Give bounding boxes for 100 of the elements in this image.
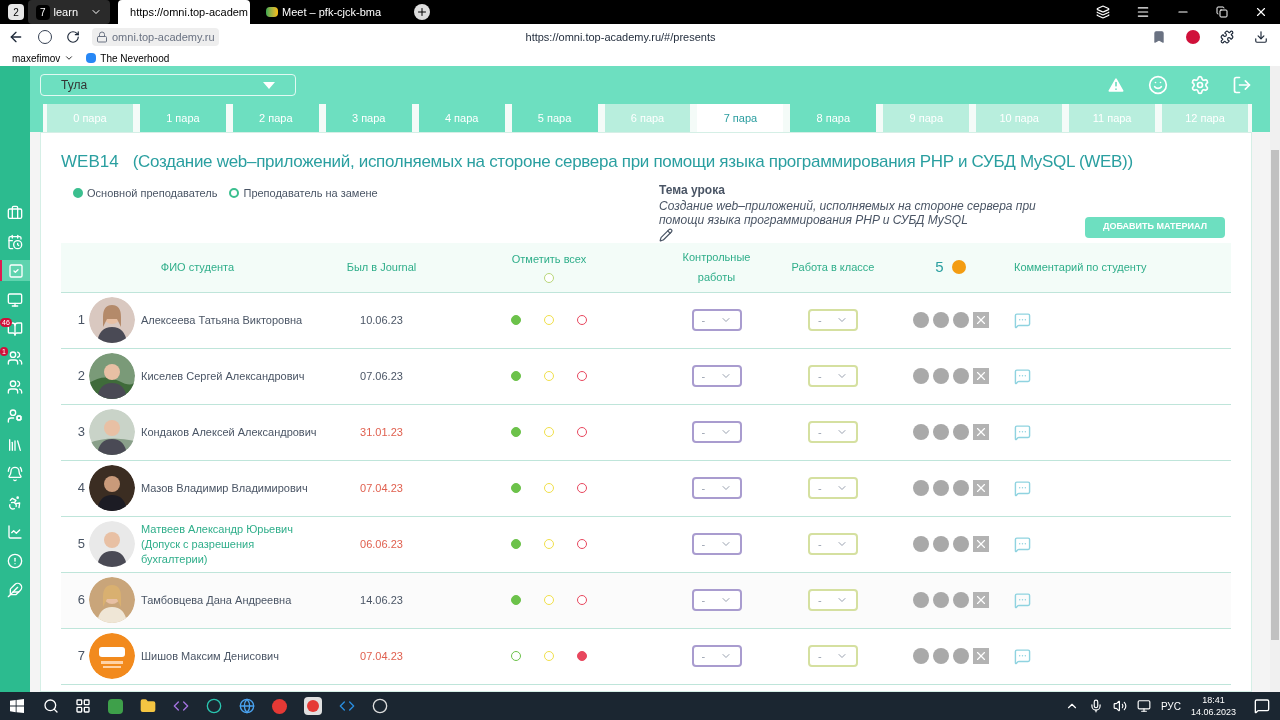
coin-icon[interactable]: [912, 648, 929, 664]
grade-select[interactable]: -: [808, 309, 858, 331]
coin-icon[interactable]: [912, 424, 929, 440]
clear-button[interactable]: [972, 368, 989, 384]
volume-icon[interactable]: [1112, 699, 1127, 713]
grade-select[interactable]: -: [808, 365, 858, 387]
bookmark-link[interactable]: The Neverhood: [100, 50, 170, 66]
clear-button[interactable]: [972, 312, 989, 328]
folder-icon[interactable]: [140, 698, 156, 714]
comment-icon[interactable]: [1014, 647, 1031, 665]
close-icon[interactable]: [1254, 5, 1268, 19]
workspace-badge[interactable]: 2: [8, 4, 24, 20]
attendance-radio[interactable]: [511, 371, 521, 381]
adblock-icon[interactable]: [1186, 30, 1200, 44]
browser-icon[interactable]: [239, 698, 255, 714]
extensions-icon[interactable]: [1220, 30, 1234, 44]
code-editor-icon[interactable]: [339, 698, 355, 714]
coin-icon[interactable]: [932, 424, 949, 440]
attendance-radio[interactable]: [577, 483, 587, 493]
attendance-radio[interactable]: [511, 315, 521, 325]
comment-icon[interactable]: [1014, 591, 1031, 609]
reload-icon[interactable]: [66, 30, 80, 44]
grade-select[interactable]: -: [808, 589, 858, 611]
download-icon[interactable]: [1254, 30, 1268, 44]
coin-icon[interactable]: [912, 368, 929, 384]
clear-button[interactable]: [972, 592, 989, 608]
grade-select[interactable]: -: [691, 589, 742, 611]
code-editor-icon[interactable]: [173, 698, 189, 714]
column-header[interactable]: Отметить всех: [511, 251, 587, 268]
smiley-icon[interactable]: [1148, 75, 1168, 95]
attendance-radio[interactable]: [577, 651, 587, 661]
coin-icon[interactable]: [952, 480, 969, 496]
coin-icon[interactable]: [932, 536, 949, 552]
coin-icon[interactable]: [932, 312, 949, 328]
coin-icon[interactable]: [912, 536, 929, 552]
lesson-tab[interactable]: 2 пара: [232, 104, 319, 132]
coin-icon[interactable]: [952, 424, 969, 440]
attendance-radio[interactable]: [577, 427, 587, 437]
back-icon[interactable]: [8, 29, 24, 45]
attendance-radio[interactable]: [577, 595, 587, 605]
scrollbar-thumb[interactable]: [1271, 150, 1279, 640]
attendance-radio[interactable]: [577, 371, 587, 381]
coin-icon[interactable]: [952, 368, 969, 384]
collections-icon[interactable]: [1096, 5, 1110, 19]
grade-select[interactable]: -: [691, 645, 742, 667]
edit-icon[interactable]: [659, 227, 673, 242]
grade-select[interactable]: -: [808, 533, 858, 555]
grade-select[interactable]: -: [691, 477, 742, 499]
comment-icon[interactable]: [1014, 311, 1031, 329]
browser-tab[interactable]: 7 learn: [28, 0, 111, 24]
grade-select[interactable]: -: [691, 533, 742, 555]
lesson-tab[interactable]: 5 пара: [511, 104, 598, 132]
grade-select[interactable]: -: [691, 421, 742, 443]
lesson-tab[interactable]: 3 пара: [325, 104, 412, 132]
notifications-icon[interactable]: [1254, 698, 1270, 714]
sidebar-item[interactable]: [0, 260, 30, 281]
comment-icon[interactable]: [1014, 367, 1031, 385]
clear-button[interactable]: [972, 648, 989, 664]
coin-icon[interactable]: [932, 368, 949, 384]
coin-icon[interactable]: [932, 592, 949, 608]
clear-button[interactable]: [972, 424, 989, 440]
network-icon[interactable]: [1136, 699, 1151, 713]
search-icon[interactable]: [43, 698, 59, 714]
coin-icon[interactable]: [952, 648, 969, 664]
bookmark-icon[interactable]: [1152, 30, 1166, 44]
settings-icon[interactable]: [1190, 75, 1210, 95]
grade-select[interactable]: -: [691, 309, 742, 331]
clock-time[interactable]: 18:41: [1202, 694, 1225, 706]
add-material-button[interactable]: ДОБАВИТЬ МАТЕРИАЛ: [1085, 216, 1225, 238]
student-name[interactable]: Матвеев Александр Юрьевич (Допуск с разрешения бухгалтерии): [139, 521, 334, 567]
microphone-icon[interactable]: [1088, 699, 1103, 713]
profile-bookmark[interactable]: maxefimov: [12, 50, 75, 66]
city-select[interactable]: Тула: [40, 74, 296, 96]
clear-button[interactable]: [972, 480, 989, 496]
lesson-tab[interactable]: 1 пара: [139, 104, 226, 132]
attendance-radio[interactable]: [511, 483, 521, 493]
attendance-radio[interactable]: [511, 539, 521, 549]
coin-icon[interactable]: [932, 480, 949, 496]
attendance-radio[interactable]: [577, 315, 587, 325]
attendance-radio[interactable]: [511, 427, 521, 437]
grade-select[interactable]: -: [808, 477, 858, 499]
address-host[interactable]: omni.top-academy.ru: [92, 28, 219, 46]
task-view-icon[interactable]: [75, 698, 91, 714]
browser-icon[interactable]: [304, 697, 322, 715]
address-url[interactable]: https://omni.top-academy.ru/#/presents: [525, 28, 716, 46]
comment-icon[interactable]: [1014, 535, 1031, 553]
app-icon[interactable]: [372, 698, 388, 714]
app-icon[interactable]: [206, 698, 222, 714]
windows-logo-icon[interactable]: [10, 699, 24, 713]
coin-icon[interactable]: [912, 480, 929, 496]
warning-icon[interactable]: [1106, 75, 1126, 95]
grade-select[interactable]: -: [808, 645, 858, 667]
lesson-tab[interactable]: 8 пара: [790, 104, 877, 132]
coin-icon[interactable]: [952, 536, 969, 552]
language-indicator[interactable]: РУС: [1160, 698, 1181, 714]
browser-tab[interactable]: Meet – pfk-cjck-bma: [258, 0, 399, 24]
coin-icon[interactable]: [952, 312, 969, 328]
attendance-radio[interactable]: [577, 539, 587, 549]
clock-date[interactable]: 14.06.2023: [1190, 706, 1236, 718]
coin-icon[interactable]: [952, 592, 969, 608]
